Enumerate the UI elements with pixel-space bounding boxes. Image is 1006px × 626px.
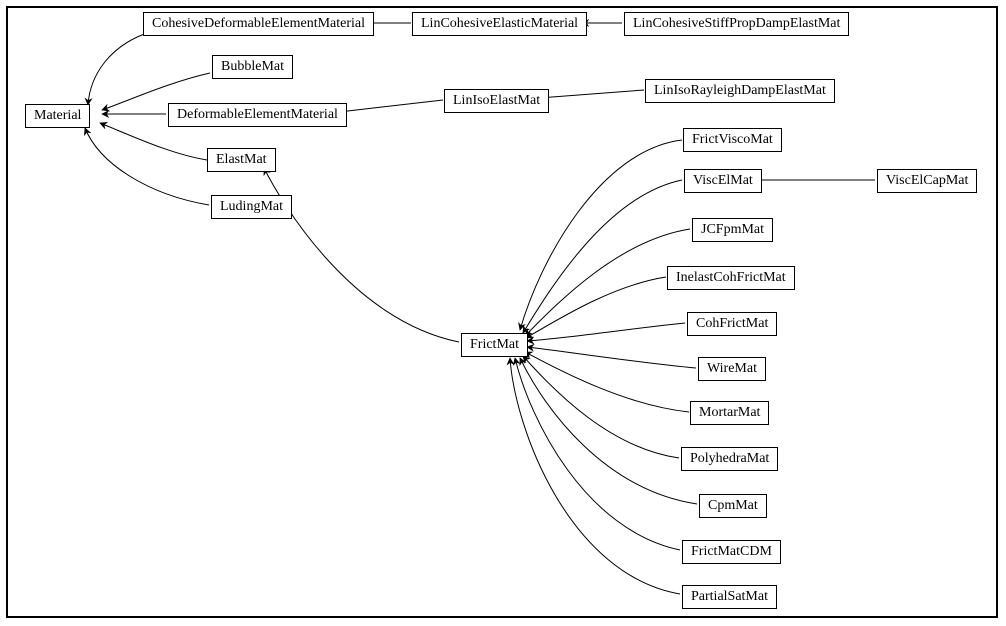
- node-luding-mat[interactable]: LudingMat: [211, 195, 292, 219]
- node-label: JCFpmMat: [701, 222, 764, 237]
- node-lin-iso-rayleigh-damp-elast-mat[interactable]: LinIsoRayleighDampElastMat: [645, 79, 835, 103]
- node-label: DeformableElementMaterial: [177, 107, 338, 122]
- node-label: LinIsoElastMat: [453, 93, 540, 108]
- node-label: LinCohesiveElasticMaterial: [421, 16, 578, 31]
- node-label: CohFrictMat: [696, 316, 768, 331]
- node-coh-frict-mat[interactable]: CohFrictMat: [687, 312, 777, 336]
- node-cpm-mat[interactable]: CpmMat: [699, 494, 767, 518]
- node-frict-mat-cdm[interactable]: FrictMatCDM: [682, 540, 781, 564]
- node-label: FrictMatCDM: [691, 544, 772, 559]
- node-visc-el-cap-mat[interactable]: ViscElCapMat: [877, 169, 977, 193]
- node-label: Material: [34, 108, 81, 123]
- node-frict-mat[interactable]: FrictMat: [461, 333, 528, 357]
- node-label: MortarMat: [699, 405, 760, 420]
- node-elast-mat[interactable]: ElastMat: [207, 148, 276, 172]
- node-partial-sat-mat[interactable]: PartialSatMat: [682, 585, 777, 609]
- node-lin-iso-elast-mat[interactable]: LinIsoElastMat: [444, 89, 549, 113]
- node-frict-visco-mat[interactable]: FrictViscoMat: [683, 128, 782, 152]
- node-cohesive-deformable-element-material[interactable]: CohesiveDeformableElementMaterial: [143, 12, 374, 36]
- node-label: ViscElMat: [693, 173, 753, 188]
- node-label: LudingMat: [220, 199, 283, 214]
- node-material[interactable]: Material: [25, 104, 90, 128]
- node-label: ViscElCapMat: [886, 173, 968, 188]
- node-polyhedra-mat[interactable]: PolyhedraMat: [681, 447, 778, 471]
- node-inelast-coh-frict-mat[interactable]: InelastCohFrictMat: [667, 266, 795, 290]
- node-label: PolyhedraMat: [690, 451, 769, 466]
- node-jcfpm-mat[interactable]: JCFpmMat: [692, 218, 773, 242]
- node-label: WireMat: [707, 361, 757, 376]
- node-label: LinCohesiveStiffPropDampElastMat: [633, 16, 840, 31]
- node-label: CpmMat: [708, 498, 758, 513]
- node-label: BubbleMat: [221, 59, 284, 74]
- node-label: PartialSatMat: [691, 589, 768, 604]
- node-lin-cohesive-stiff-prop-damp-elast-mat[interactable]: LinCohesiveStiffPropDampElastMat: [624, 12, 849, 36]
- node-label: LinIsoRayleighDampElastMat: [654, 83, 826, 98]
- node-label: CohesiveDeformableElementMaterial: [152, 16, 365, 31]
- node-mortar-mat[interactable]: MortarMat: [690, 401, 769, 425]
- node-label: FrictMat: [470, 337, 519, 352]
- node-label: InelastCohFrictMat: [676, 270, 786, 285]
- node-visc-el-mat[interactable]: ViscElMat: [684, 169, 762, 193]
- node-lin-cohesive-elastic-material[interactable]: LinCohesiveElasticMaterial: [412, 12, 587, 36]
- node-label: ElastMat: [216, 152, 267, 167]
- node-bubble-mat[interactable]: BubbleMat: [212, 55, 293, 79]
- node-deformable-element-material[interactable]: DeformableElementMaterial: [168, 103, 347, 127]
- node-label: FrictViscoMat: [692, 132, 773, 147]
- node-wire-mat[interactable]: WireMat: [698, 357, 766, 381]
